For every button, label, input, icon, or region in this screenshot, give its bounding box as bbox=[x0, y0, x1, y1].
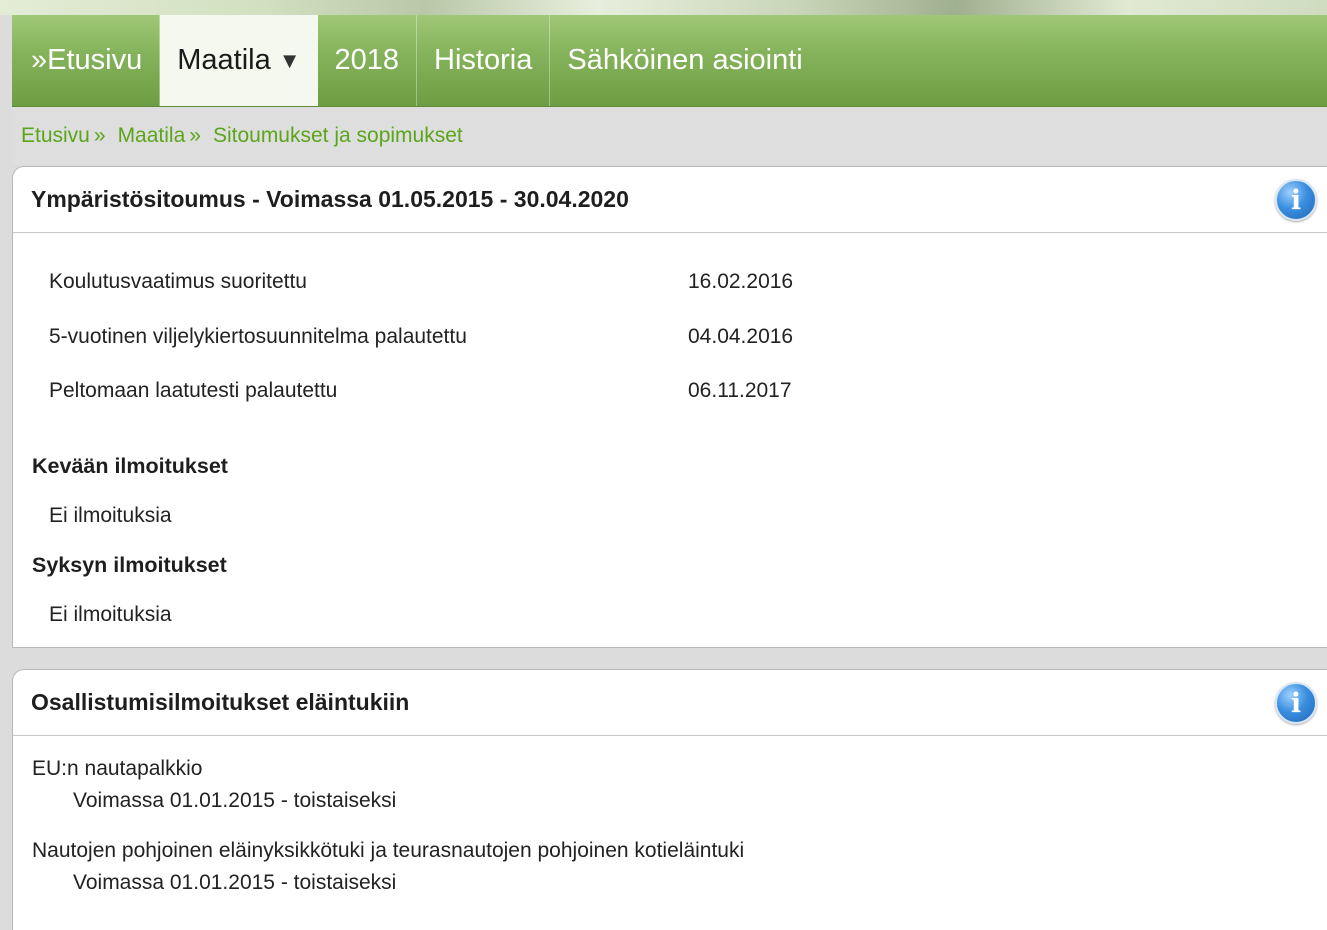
panel-header: Ympäristösitoumus - Voimassa 01.05.2015 … bbox=[13, 167, 1327, 233]
environment-commitment-panel: Ympäristösitoumus - Voimassa 01.05.2015 … bbox=[12, 166, 1327, 648]
header-banner-image bbox=[0, 0, 1327, 15]
row-label: Peltomaan laatutesti palautettu bbox=[49, 379, 338, 402]
row-value: 04.04.2016 bbox=[688, 325, 794, 348]
nav-item-label: Sähköinen asiointi bbox=[567, 44, 803, 76]
row-label: 5-vuotinen viljelykiertosuunnitelma pala… bbox=[49, 325, 467, 348]
main-navigation: »Etusivu Maatila ▼ 2018 Historia Sähköin… bbox=[12, 15, 1327, 107]
nav-item-label: »Etusivu bbox=[31, 44, 143, 76]
info-icon[interactable]: i bbox=[1275, 179, 1317, 221]
breadcrumb-separator: » bbox=[93, 124, 106, 147]
breadcrumb: Etusivu » Maatila » Sitoumukset ja sopim… bbox=[12, 107, 1327, 165]
breadcrumb-separator: » bbox=[189, 124, 201, 147]
nav-item-sahkoinen-asiointi[interactable]: Sähköinen asiointi bbox=[550, 15, 819, 106]
nav-item-historia[interactable]: Historia bbox=[417, 15, 551, 106]
autumn-notifications-text: Ei ilmoituksia bbox=[49, 603, 172, 626]
row-value: 16.02.2016 bbox=[688, 270, 794, 293]
panel-header: Osallistumisilmoitukset eläintukiin i bbox=[13, 670, 1327, 736]
spring-notifications-text: Ei ilmoituksia bbox=[49, 504, 172, 527]
nav-item-maatila[interactable]: Maatila ▼ bbox=[160, 15, 318, 106]
subsidy-validity: Voimassa 01.01.2015 - toistaiseksi bbox=[73, 789, 397, 812]
subsidy-name: Nautojen pohjoinen eläinyksikkötuki ja t… bbox=[32, 839, 745, 862]
panel-title: Osallistumisilmoitukset eläintukiin bbox=[31, 689, 410, 715]
subsidy-validity: Voimassa 01.01.2015 - toistaiseksi bbox=[73, 871, 397, 894]
breadcrumb-link-maatila[interactable]: Maatila bbox=[118, 124, 186, 148]
row-value: 06.11.2017 bbox=[688, 379, 792, 402]
section-title-autumn: Syksyn ilmoitukset bbox=[32, 553, 227, 577]
nav-item-2018[interactable]: 2018 bbox=[318, 15, 418, 106]
nav-item-label: Maatila bbox=[177, 44, 271, 76]
breadcrumb-link-sitoumukset[interactable]: Sitoumukset ja sopimukset bbox=[213, 124, 463, 148]
row-label: Koulutusvaatimus suoritettu bbox=[49, 270, 307, 293]
nav-item-label: Historia bbox=[434, 44, 533, 76]
breadcrumb-link-etusivu[interactable]: Etusivu bbox=[21, 124, 90, 148]
section-title-spring: Kevään ilmoitukset bbox=[32, 454, 228, 478]
nav-item-etusivu[interactable]: »Etusivu bbox=[12, 15, 161, 106]
animal-subsidy-panel: Osallistumisilmoitukset eläintukiin i EU… bbox=[12, 669, 1327, 930]
chevron-down-icon: ▼ bbox=[278, 47, 301, 73]
nav-item-label: 2018 bbox=[334, 44, 400, 76]
info-icon[interactable]: i bbox=[1275, 682, 1317, 724]
panel-title: Ympäristösitoumus - Voimassa 01.05.2015 … bbox=[31, 186, 629, 212]
subsidy-name: EU:n nautapalkkio bbox=[32, 757, 203, 780]
